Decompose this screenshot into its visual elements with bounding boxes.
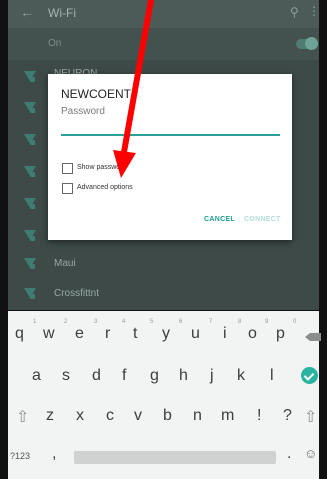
key-exclamation[interactable]: ! [257,407,261,425]
key-b[interactable]: b [163,407,172,425]
network-row[interactable]: Maui [8,248,319,280]
key-o[interactable]: o [248,325,257,343]
key-a[interactable]: a [32,367,41,385]
key-r[interactable]: r [105,325,110,343]
key-n[interactable]: n [193,407,202,425]
spacebar[interactable] [74,451,276,464]
network-name: Crossfittnt [54,288,100,299]
key-s[interactable]: s [62,367,70,385]
more-options-icon[interactable]: ⋮ [308,4,319,18]
wifi-signal-icon [24,102,36,114]
key-f[interactable]: f [122,367,126,385]
advanced-options-checkbox[interactable] [62,183,73,194]
key-h[interactable]: h [179,367,188,385]
key-comma[interactable]: , [52,445,56,463]
key-l[interactable]: l [270,367,274,385]
key-d[interactable]: d [92,367,101,385]
key-z[interactable]: z [46,407,54,425]
key-g[interactable]: g [150,367,159,385]
key-p[interactable]: p [276,325,285,343]
wifi-signal-icon [24,258,36,270]
key-m[interactable]: m [221,407,234,425]
search-icon[interactable]: ⚲ [290,5,299,19]
backspace-icon[interactable] [305,333,321,341]
dialog-title: NEWCOENT [61,87,131,101]
emoji-icon[interactable]: ☺ [304,446,317,461]
key-e[interactable]: e [75,325,84,343]
network-name: Maui [54,258,76,269]
password-underline [61,134,280,136]
key-j[interactable]: j [210,367,214,385]
connect-button[interactable]: CONNECT [244,216,281,223]
shift-right-icon[interactable]: ⇧ [304,407,317,427]
password-field[interactable]: Password [61,106,105,117]
device-frame: ← Wi-Fi ⚲ ⋮ On NEURON Maui [0,0,327,479]
toggle-knob [305,37,318,50]
app-bar: ← Wi-Fi ⚲ ⋮ [8,0,319,28]
key-hint: 5 [150,319,154,325]
key-c[interactable]: c [106,407,114,425]
symbols-key[interactable]: ?123 [10,451,30,461]
key-hint: 1 [33,319,37,325]
wifi-signal-icon [24,198,36,210]
shift-icon[interactable]: ⇧ [16,407,29,427]
key-i[interactable]: i [223,325,227,343]
cancel-button[interactable]: CANCEL [204,216,235,223]
key-x[interactable]: x [76,407,84,425]
wifi-signal-icon [24,166,36,178]
network-row[interactable]: Crossfittnt [8,278,319,310]
wifi-signal-icon [24,288,36,300]
advanced-options-label[interactable]: Advanced options [77,184,133,191]
key-t[interactable]: t [133,325,137,343]
wifi-on-label: On [48,38,62,49]
key-q[interactable]: q [15,325,24,343]
key-hint: 6 [179,319,183,325]
app-bar-title: Wi-Fi [48,6,76,20]
key-hint: 8 [238,319,242,325]
wifi-toggle-bar[interactable]: On [8,28,319,60]
key-w[interactable]: w [43,325,55,343]
wifi-password-dialog: NEWCOENT Password Show password Advanced… [48,74,292,240]
show-password-label[interactable]: Show password [77,164,126,171]
key-y[interactable]: y [162,325,170,343]
show-password-checkbox[interactable] [62,163,73,174]
wifi-signal-icon [24,230,36,242]
key-hint: 2 [64,319,68,325]
onscreen-keyboard: 1 2 3 4 5 6 7 8 9 0 q w e r t y u i o p … [8,311,321,479]
back-arrow-icon[interactable]: ← [20,4,34,20]
key-k[interactable]: k [237,367,245,385]
key-u[interactable]: u [191,325,200,343]
key-v[interactable]: v [134,407,142,425]
key-hint: 4 [122,319,126,325]
enter-check-button[interactable] [301,367,318,384]
key-hint: 7 [209,319,213,325]
key-hint: 3 [94,319,98,325]
key-hint: 9 [265,319,269,325]
key-question[interactable]: ? [283,407,292,425]
wifi-signal-icon [24,134,36,146]
key-hint: 0 [293,319,297,325]
wifi-toggle-switch[interactable] [296,37,318,50]
wifi-signal-icon [24,71,36,83]
key-period[interactable]: . [287,445,291,463]
